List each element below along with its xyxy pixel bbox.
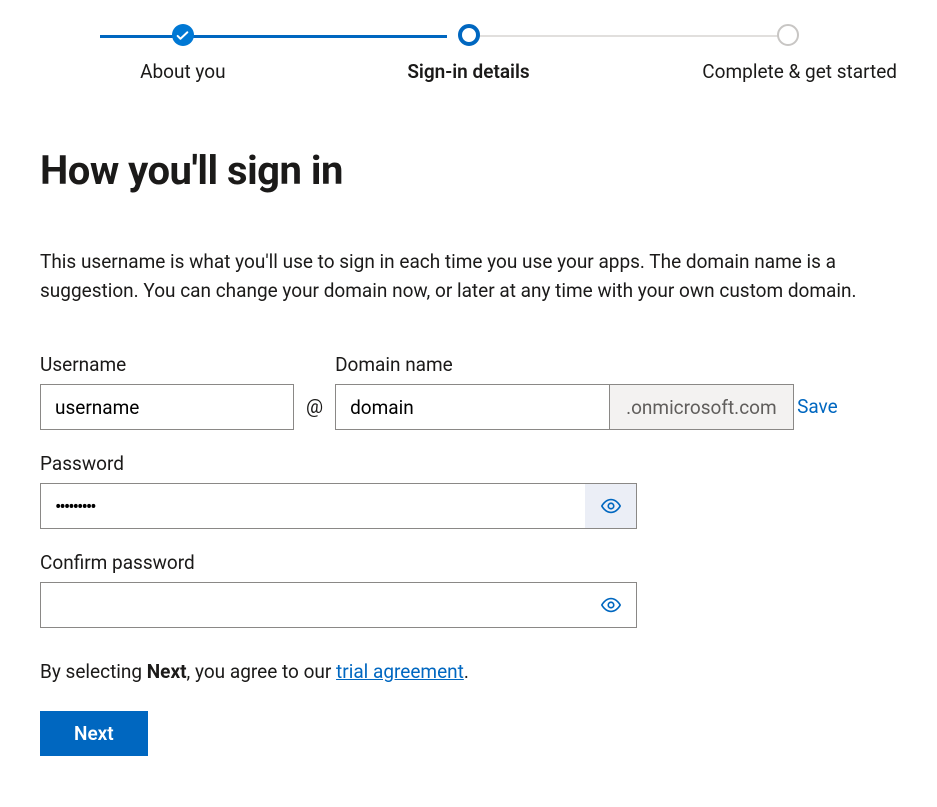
- stepper: About you Sign-in details Complete & get…: [0, 0, 937, 83]
- stepper-connector-pending: [478, 35, 787, 37]
- agreement-text: By selecting Next, you agree to our tria…: [40, 660, 897, 683]
- show-password-button[interactable]: [585, 483, 637, 529]
- at-symbol: @: [306, 395, 323, 430]
- password-label: Password: [40, 452, 897, 475]
- save-link[interactable]: Save: [777, 395, 838, 430]
- step-dot-active-icon: [458, 24, 480, 46]
- step-label: About you: [140, 60, 225, 83]
- page-description: This username is what you'll use to sign…: [40, 248, 860, 305]
- eye-icon: [600, 495, 622, 517]
- domain-label: Domain name: [335, 353, 765, 376]
- step-label: Complete & get started: [702, 60, 897, 83]
- page-title: How you'll sign in: [40, 147, 897, 194]
- username-label: Username: [40, 353, 294, 376]
- domain-suffix: .onmicrosoft.com: [610, 384, 794, 430]
- stepper-connector-active: [100, 35, 447, 38]
- step-about-you: About you: [40, 24, 326, 83]
- confirm-password-label: Confirm password: [40, 551, 897, 574]
- eye-icon: [600, 594, 622, 616]
- domain-input[interactable]: [335, 384, 610, 430]
- password-input[interactable]: [40, 483, 585, 529]
- check-icon: [172, 24, 194, 46]
- next-button[interactable]: Next: [40, 711, 148, 756]
- step-label: Sign-in details: [407, 60, 529, 83]
- step-complete: Complete & get started: [611, 24, 897, 83]
- trial-agreement-link[interactable]: trial agreement: [336, 660, 464, 683]
- step-dot-pending-icon: [777, 24, 799, 46]
- username-field-group: Username: [40, 353, 294, 430]
- show-confirm-password-button[interactable]: [585, 582, 637, 628]
- step-signin-details: Sign-in details: [326, 24, 612, 83]
- domain-field-group: Domain name .onmicrosoft.com: [335, 353, 765, 430]
- confirm-password-input[interactable]: [40, 582, 585, 628]
- username-input[interactable]: [40, 384, 294, 430]
